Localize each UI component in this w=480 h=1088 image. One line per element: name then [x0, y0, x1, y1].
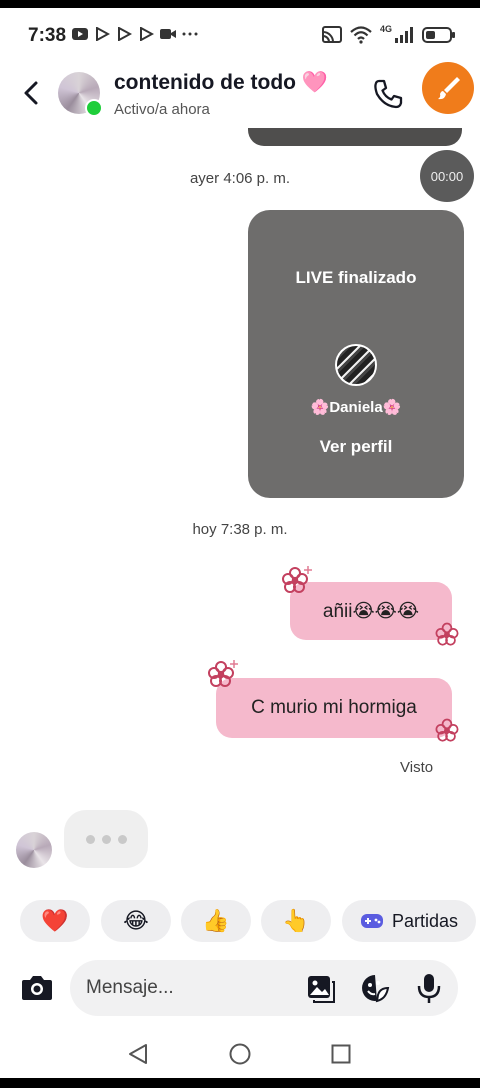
- timer-badge[interactable]: 00:00: [420, 150, 474, 202]
- flower-icon: [282, 566, 312, 593]
- message-bubble[interactable]: C murio mi hormiga: [216, 678, 452, 738]
- previous-message-bubble: [248, 128, 462, 146]
- message-placeholder: Mensaje...: [86, 977, 174, 998]
- message-text: añii😭😭😭: [322, 600, 420, 622]
- network-type: 4G: [379, 24, 392, 34]
- reaction-emoji: 😂: [123, 908, 149, 933]
- message-input[interactable]: Mensaje...: [70, 960, 458, 1016]
- reaction-emoji: 👆: [282, 908, 310, 933]
- chat-title[interactable]: contenido de todo 🩷: [114, 71, 328, 95]
- more-icon: [182, 32, 198, 36]
- timestamp: ayer 4:06 p. m.: [189, 170, 291, 187]
- microphone-icon[interactable]: [414, 972, 444, 1004]
- camera-icon[interactable]: [20, 972, 54, 1004]
- status-system-icons: 4G: [321, 24, 456, 44]
- quick-reaction-heart[interactable]: ❤️: [20, 900, 90, 942]
- message-bubble[interactable]: añii😭😭😭: [290, 582, 452, 640]
- bottom-edge: [0, 1078, 480, 1088]
- games-label: Partidas: [391, 910, 459, 931]
- live-card-avatar: [335, 344, 377, 386]
- live-ended-card[interactable]: LIVE finalizado 🌸Daniela🌸 Ver perfil: [248, 210, 464, 498]
- nav-recents-icon[interactable]: [331, 1044, 351, 1064]
- status-notification-icons: [72, 27, 198, 41]
- live-card-title: LIVE finalizado: [295, 268, 417, 287]
- youtube-icon: [72, 28, 88, 40]
- image-icon[interactable]: [306, 974, 336, 1004]
- status-time: 7:38: [28, 25, 67, 46]
- games-button[interactable]: Partidas: [342, 900, 476, 942]
- signal-icon: [395, 27, 413, 43]
- play-icon: [140, 27, 154, 41]
- reaction-emoji: 👍: [202, 908, 230, 933]
- quick-reaction-laugh[interactable]: 😂: [101, 900, 171, 942]
- cast-icon: [321, 26, 342, 43]
- nav-home-icon[interactable]: [229, 1043, 251, 1065]
- reaction-emoji: ❤️: [41, 908, 69, 933]
- wifi-icon: [350, 26, 372, 44]
- typing-indicator: [64, 810, 148, 868]
- seen-label: Visto: [400, 759, 434, 776]
- message-text: C murio mi hormiga: [251, 697, 417, 718]
- quick-reaction-point-up[interactable]: 👆: [261, 900, 331, 942]
- battery-icon: [422, 27, 455, 43]
- flower-icon: [435, 718, 459, 742]
- typing-dot: [101, 834, 111, 844]
- view-profile-link[interactable]: Ver perfil: [248, 437, 464, 457]
- chat-status: Activo/a ahora: [114, 101, 210, 118]
- flower-icon: [435, 622, 459, 646]
- phone-icon[interactable]: [372, 78, 404, 110]
- video-icon: [160, 29, 176, 39]
- nav-back-icon[interactable]: [126, 1042, 150, 1066]
- contact-avatar-small[interactable]: [16, 832, 52, 868]
- timestamp: hoy 7:38 p. m.: [192, 521, 288, 538]
- floating-brush-button[interactable]: [422, 62, 474, 114]
- brush-icon: [438, 77, 460, 100]
- online-indicator: [85, 99, 103, 117]
- live-card-name: 🌸Daniela🌸: [310, 399, 402, 416]
- quick-reaction-thumbs-up[interactable]: 👍: [181, 900, 251, 942]
- play-icon: [118, 27, 132, 41]
- typing-dot: [117, 834, 127, 844]
- top-edge: [0, 0, 480, 8]
- play-icon: [96, 27, 110, 41]
- back-arrow-icon[interactable]: [18, 78, 44, 108]
- sticker-icon[interactable]: [360, 973, 390, 1003]
- status-bar: 7:38 4G: [0, 8, 480, 62]
- flower-icon: [208, 660, 238, 687]
- gamepad-icon: [360, 914, 383, 928]
- typing-dot: [85, 834, 95, 844]
